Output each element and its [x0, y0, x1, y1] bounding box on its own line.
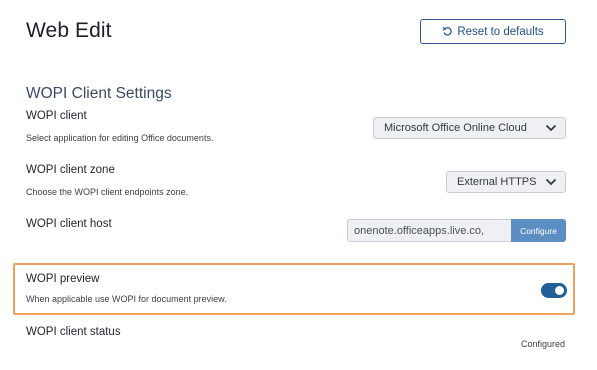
wopi-host-input[interactable]: onenote.officeapps.live.co, — [347, 219, 511, 242]
wopi-zone-description: Choose the WOPI client endpoints zone. — [26, 187, 189, 197]
chevron-down-icon — [545, 178, 557, 186]
page-title: Web Edit — [26, 19, 112, 42]
wopi-zone-label: WOPI client zone — [26, 164, 115, 176]
configure-button[interactable]: Configure — [511, 219, 566, 242]
wopi-preview-label: WOPI preview — [26, 273, 100, 285]
wopi-client-label: WOPI client — [26, 110, 87, 122]
reset-button-label: Reset to defaults — [457, 25, 544, 38]
chevron-down-icon — [545, 124, 557, 132]
undo-icon — [443, 26, 453, 36]
reset-to-defaults-button[interactable]: Reset to defaults — [420, 19, 566, 44]
wopi-client-selected: Microsoft Office Online Cloud — [384, 122, 527, 134]
wopi-host-label: WOPI client host — [26, 218, 112, 230]
toggle-knob — [555, 286, 564, 295]
wopi-zone-select[interactable]: External HTTPS — [446, 171, 566, 193]
wopi-status-label: WOPI client status — [26, 326, 121, 338]
wopi-preview-highlight — [13, 263, 575, 315]
wopi-preview-description: When applicable use WOPI for document pr… — [26, 294, 227, 304]
wopi-client-description: Select application for editing Office do… — [26, 133, 214, 143]
wopi-zone-selected: External HTTPS — [457, 176, 537, 188]
wopi-client-select[interactable]: Microsoft Office Online Cloud — [373, 117, 566, 139]
wopi-status-value: Configured — [520, 339, 565, 349]
wopi-preview-toggle[interactable] — [541, 283, 567, 298]
section-title: WOPI Client Settings — [26, 85, 172, 102]
